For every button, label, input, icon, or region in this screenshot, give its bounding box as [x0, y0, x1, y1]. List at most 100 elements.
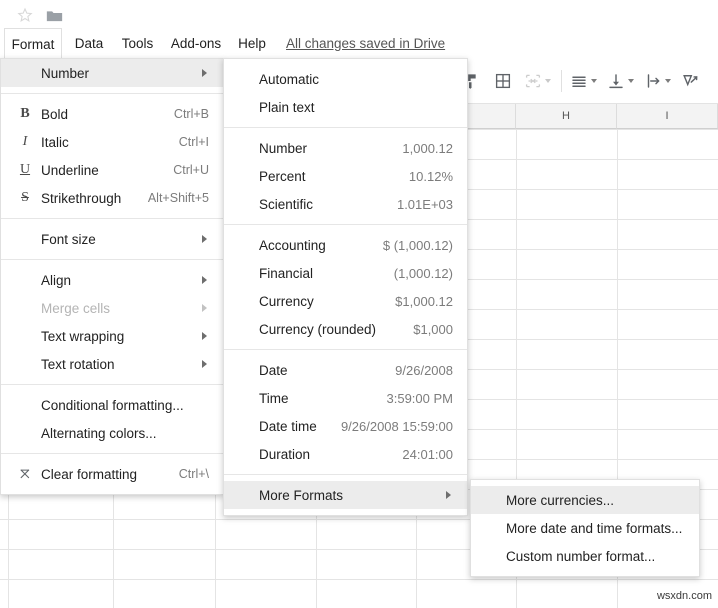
menu-bar[interactable]: FormatDataToolsAdd-onsHelp All changes s… [0, 28, 718, 58]
menu-item-conditional-formatting[interactable]: Conditional formatting... [1, 391, 223, 419]
menu-item-label: Text rotation [41, 357, 115, 372]
menu-item-label: Bold [41, 107, 68, 122]
menu-item-preview-value: 3:59:00 PM [387, 391, 454, 406]
spreadsheet-app: HI wsxdn.com FormatDataToolsAdd-onsHelp … [0, 0, 718, 608]
menu-item-clear-formatting[interactable]: Clear formattingCtrl+\ [1, 460, 223, 488]
menu-item-preview-value: (1,000.12) [394, 266, 453, 281]
menu-data[interactable]: Data [66, 28, 112, 58]
save-status-link[interactable]: All changes saved in Drive [286, 28, 445, 58]
menu-item-number[interactable]: Number 1,000.12 [224, 134, 467, 162]
strike-icon: S [15, 184, 35, 212]
menu-separator [224, 349, 467, 350]
borders-icon[interactable] [494, 72, 512, 90]
menu-item-currency-rounded[interactable]: Currency (rounded)$1,000 [224, 315, 467, 343]
menu-item-font-size[interactable]: Font size [1, 225, 223, 253]
merge-cells-caret-icon[interactable] [545, 79, 551, 83]
menu-item-shortcut: Ctrl+\ [179, 467, 209, 481]
column-header-I[interactable]: I [617, 104, 718, 129]
menu-item-align[interactable]: Align [1, 266, 223, 294]
menu-item-shortcut: Ctrl+U [173, 163, 209, 177]
menu-item-duration[interactable]: Duration24:01:00 [224, 440, 467, 468]
menu-item-underline[interactable]: UUnderlineCtrl+U [1, 156, 223, 184]
menu-item-label: Plain text [259, 100, 315, 115]
menu-item-time[interactable]: Time 3:59:00 PM [224, 384, 467, 412]
menu-item-date-time[interactable]: Date time9/26/2008 15:59:00 [224, 412, 467, 440]
menu-item-strikethrough[interactable]: SStrikethroughAlt+Shift+5 [1, 184, 223, 212]
folder-icon[interactable] [46, 9, 63, 28]
menu-item-financial[interactable]: Financial (1,000.12) [224, 259, 467, 287]
menu-separator [1, 453, 223, 454]
menu-item-more-date-time-formats[interactable]: More date and time formats... [471, 514, 699, 542]
menu-item-label: Duration [259, 447, 310, 462]
menu-item-alternating-colors[interactable]: Alternating colors... [1, 419, 223, 447]
menu-item-label: Font size [41, 232, 96, 247]
menu-item-label: Merge cells [41, 301, 110, 316]
menu-item-bold[interactable]: BBoldCtrl+B [1, 100, 223, 128]
text-wrapping-caret-icon[interactable] [665, 79, 671, 83]
chevron-right-icon [202, 304, 207, 312]
menu-item-preview-value: $1,000.12 [395, 294, 453, 309]
star-outline-icon[interactable] [17, 7, 33, 28]
menu-item-date[interactable]: Date 9/26/2008 [224, 356, 467, 384]
menu-item-label: More Formats [259, 488, 343, 503]
menu-item-label: Financial [259, 266, 313, 281]
menu-item-label: Time [259, 391, 289, 406]
horizontal-align-caret-icon[interactable] [591, 79, 597, 83]
underline-icon: U [15, 156, 35, 184]
menu-item-text-wrapping[interactable]: Text wrapping [1, 322, 223, 350]
horizontal-align-icon[interactable] [570, 72, 597, 90]
menu-item-accounting[interactable]: Accounting$ (1,000.12) [224, 231, 467, 259]
menu-item-shortcut: Ctrl+B [174, 107, 209, 121]
menu-item-preview-value: 9/26/2008 [395, 363, 453, 378]
menu-help[interactable]: Help [231, 28, 273, 58]
menu-item-percent[interactable]: Percent10.12% [224, 162, 467, 190]
menu-add-ons[interactable]: Add-ons [162, 28, 230, 58]
menu-item-plain-text[interactable]: Plain text [224, 93, 467, 121]
chevron-right-icon [202, 69, 207, 77]
menu-item-label: Italic [41, 135, 69, 150]
column-header-H[interactable]: H [516, 104, 617, 129]
menu-item-automatic[interactable]: Automatic [224, 65, 467, 93]
menu-item-custom-number-format[interactable]: Custom number format... [471, 542, 699, 570]
formatting-toolbar[interactable] [460, 58, 718, 104]
menu-item-label: Alternating colors... [41, 426, 157, 441]
menu-item-more-formats[interactable]: More Formats [224, 481, 467, 509]
menu-format[interactable]: Format [4, 28, 62, 59]
menu-item-label: Currency (rounded) [259, 322, 376, 337]
vertical-align-caret-icon[interactable] [628, 79, 634, 83]
menu-item-currency[interactable]: Currency $1,000.12 [224, 287, 467, 315]
menu-item-label: Custom number format... [506, 549, 655, 564]
menu-item-label: Number [41, 66, 89, 81]
menu-item-text-rotation[interactable]: Text rotation [1, 350, 223, 378]
chevron-right-icon [202, 276, 207, 284]
menu-item-preview-value: 1,000.12 [402, 141, 453, 156]
menu-item-label: Text wrapping [41, 329, 124, 344]
number-submenu[interactable]: Automatic Plain text Number 1,000.12 Percent… [223, 58, 468, 516]
chevron-right-icon [202, 360, 207, 368]
menu-item-scientific[interactable]: Scientific1.01E+03 [224, 190, 467, 218]
menu-separator [1, 384, 223, 385]
menu-separator [224, 474, 467, 475]
menu-separator [1, 259, 223, 260]
menu-item-number[interactable]: Number [1, 59, 223, 87]
text-wrapping-icon[interactable] [644, 72, 671, 90]
menu-item-preview-value: 9/26/2008 15:59:00 [341, 419, 453, 434]
menu-item-label: Currency [259, 294, 314, 309]
more-formats-submenu[interactable]: More currencies...More date and time for… [470, 479, 700, 577]
merge-cells-icon[interactable] [524, 72, 551, 90]
chevron-right-icon [202, 235, 207, 243]
toolbar-divider [561, 70, 562, 92]
menu-item-more-currencies[interactable]: More currencies... [471, 486, 699, 514]
vertical-align-icon[interactable] [607, 72, 634, 90]
italic-icon: I [15, 128, 35, 156]
menu-separator [1, 218, 223, 219]
menu-item-merge-cells[interactable]: Merge cells [1, 294, 223, 322]
menu-item-label: Date [259, 363, 288, 378]
text-rotation-icon[interactable] [681, 71, 700, 90]
menu-item-label: Number [259, 141, 307, 156]
format-menu[interactable]: NumberBBoldCtrl+BIItalicCtrl+IUUnderline… [0, 58, 224, 495]
menu-tools[interactable]: Tools [113, 28, 162, 58]
menu-item-label: Align [41, 273, 71, 288]
menu-item-italic[interactable]: IItalicCtrl+I [1, 128, 223, 156]
menu-item-label: Conditional formatting... [41, 398, 184, 413]
